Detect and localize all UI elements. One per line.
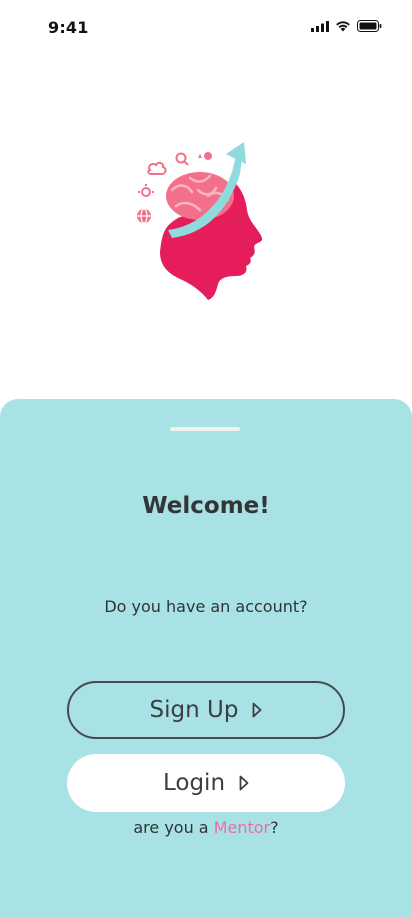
battery-icon (357, 20, 382, 32)
mentor-suffix: ? (270, 818, 279, 837)
account-question: Do you have an account? (104, 597, 308, 616)
play-arrow-icon (252, 702, 262, 718)
status-icons (311, 20, 382, 32)
mentor-prompt: are you a Mentor? (0, 818, 412, 837)
login-label: Login (162, 770, 226, 796)
bottom-sheet: Welcome! Do you have an account? Sign Up… (0, 399, 412, 917)
sign-up-label: Sign Up (149, 697, 239, 723)
brain-head-growth-logo (137, 142, 263, 300)
status-bar: 9:41 (0, 0, 412, 56)
sign-up-button[interactable]: Sign Up (67, 681, 345, 739)
wifi-icon (335, 20, 351, 32)
status-time: 9:41 (48, 18, 89, 37)
play-arrow-icon (239, 775, 249, 791)
sheet-drag-handle[interactable] (170, 427, 240, 431)
mentor-link[interactable]: Mentor (214, 818, 270, 837)
app-logo (128, 134, 278, 304)
login-button[interactable]: Login (67, 754, 345, 812)
welcome-heading: Welcome! (142, 493, 270, 519)
mentor-prefix: are you a (133, 818, 214, 837)
welcome-screen: 9:41 Welcome! Do you have an account? Si… (0, 0, 412, 917)
cellular-signal-icon (311, 20, 329, 32)
